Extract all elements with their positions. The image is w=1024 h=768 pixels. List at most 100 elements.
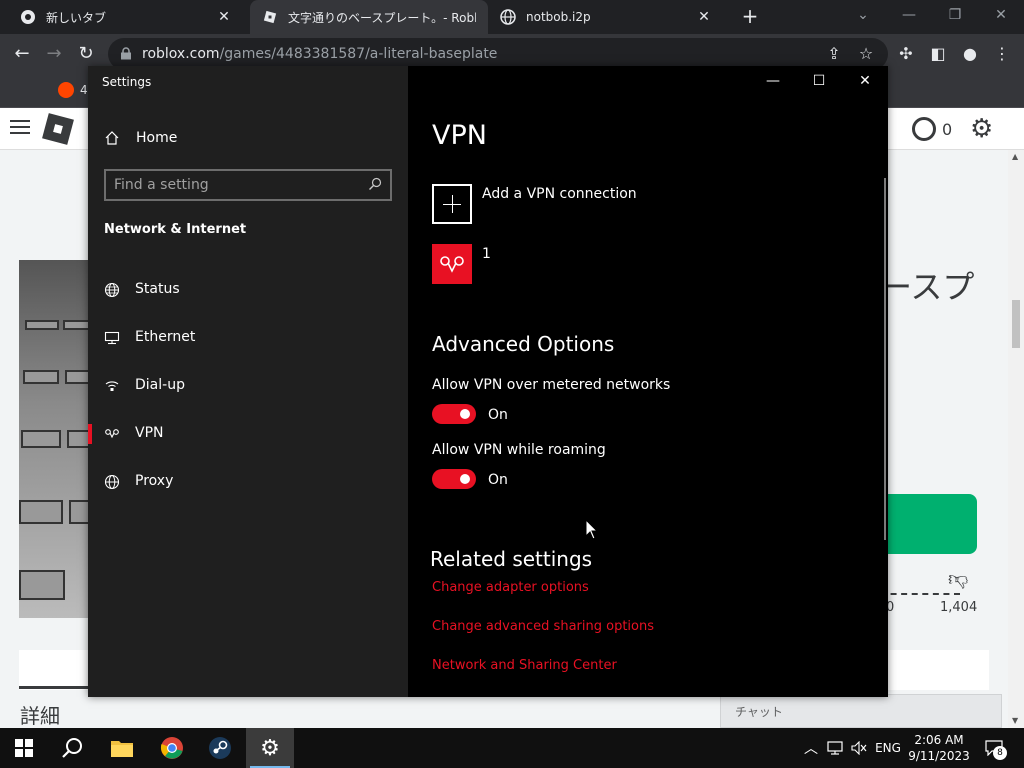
chat-label: チャット [735, 705, 783, 719]
window-title: Settings [102, 75, 152, 89]
language-indicator[interactable]: ENG [872, 728, 904, 768]
roblox-favicon-icon [262, 9, 278, 25]
clock[interactable]: 2:06 AM 9/11/2023 [908, 732, 970, 764]
taskbar: ⚙ ︿ ENG 2:06 AM 9/11/2023 8 [0, 728, 1024, 768]
vpn-connection-item[interactable] [432, 244, 472, 284]
close-tab-icon[interactable]: ✕ [216, 9, 232, 25]
settings-taskbar-button[interactable]: ⚙ [246, 728, 294, 768]
extensions-puzzle-icon[interactable]: ✣ [894, 42, 918, 66]
sidebar-item-label: Status [135, 281, 180, 297]
gear-icon[interactable]: ⚙ [970, 114, 993, 144]
sidebar-item-proxy[interactable]: Proxy [88, 462, 408, 502]
clock-time: 2:06 AM [914, 733, 964, 747]
game-thumbnail[interactable] [19, 260, 99, 618]
change-adapter-options-link[interactable]: Change adapter options [432, 580, 589, 595]
sidebar-item-vpn[interactable]: VPN [88, 414, 408, 454]
sidebar-item-label: Ethernet [135, 329, 196, 345]
browser-close-icon[interactable]: ✕ [978, 0, 1024, 30]
settings-window: Settings Home Network & Internet Status … [88, 66, 888, 697]
browser-minimize-icon[interactable]: — [886, 0, 932, 30]
settings-sidebar: Settings Home Network & Internet Status … [88, 66, 408, 697]
tab-search-chevron-icon[interactable]: ⌄ [840, 0, 886, 30]
scroll-down-arrow-icon[interactable]: ▼ [1012, 716, 1018, 725]
vpn-connection-name[interactable]: 1 [482, 246, 491, 262]
settings-search-box[interactable] [104, 169, 392, 201]
change-sharing-options-link[interactable]: Change advanced sharing options [432, 619, 654, 634]
globe-icon [104, 474, 120, 490]
downvote-count: 1,404 [940, 600, 978, 615]
roaming-toggle[interactable] [432, 469, 476, 489]
robux-icon[interactable] [912, 117, 936, 141]
tab-roblox[interactable]: 文字通りのベースプレート。- Roblox [250, 0, 488, 34]
page-scrollbar[interactable]: ▲ ▼ [1008, 150, 1024, 728]
chrome-menu-icon[interactable]: ⋮ [990, 42, 1014, 66]
folder-icon [111, 741, 133, 757]
start-button[interactable] [0, 728, 48, 768]
add-vpn-label[interactable]: Add a VPN connection [482, 186, 637, 202]
tab-notbob[interactable]: notbob.i2p ✕ [488, 0, 724, 34]
side-panel-icon[interactable]: ◧ [926, 42, 950, 66]
volume-muted-icon[interactable] [848, 728, 870, 768]
roblox-logo-icon[interactable] [42, 113, 74, 145]
share-icon[interactable]: ⇪ [822, 42, 846, 66]
page-title: VPN [432, 120, 487, 151]
ethernet-icon [104, 330, 120, 346]
robux-count: 0 [942, 120, 953, 139]
chrome-taskbar-button[interactable] [148, 728, 196, 768]
url-text: roblox.com/games/4483381587/a-literal-ba… [142, 46, 498, 62]
bookmark-label[interactable]: 4 [80, 83, 88, 97]
minimize-button[interactable]: — [750, 66, 796, 96]
browser-restore-icon[interactable]: ❐ [932, 0, 978, 30]
sidebar-item-status[interactable]: Status [88, 270, 408, 310]
home-icon [104, 130, 120, 146]
dialup-icon [104, 378, 120, 394]
home-nav-item[interactable]: Home [104, 128, 177, 148]
scrollbar-thumb[interactable] [1012, 300, 1020, 348]
thumbs-down-icon[interactable]: 👎︎ [948, 566, 968, 591]
search-button[interactable] [48, 728, 96, 768]
roaming-toggle-label: Allow VPN while roaming [432, 442, 606, 458]
tab-title: 文字通りのベースプレート。- Roblox [288, 10, 476, 25]
hamburger-menu-icon[interactable] [10, 120, 30, 136]
back-arrow-icon[interactable]: ← [10, 42, 34, 66]
new-tab-button[interactable]: + [738, 5, 762, 29]
reddit-icon[interactable] [58, 82, 74, 98]
reload-icon[interactable]: ↻ [74, 42, 98, 66]
close-button[interactable]: ✕ [842, 66, 888, 96]
gear-icon: ⚙ [260, 735, 280, 761]
tab-new-tab[interactable]: 新しいタブ ✕ [8, 0, 244, 34]
notification-badge: 8 [993, 746, 1007, 760]
action-center-button[interactable]: 8 [980, 728, 1008, 768]
globe-icon [104, 282, 120, 298]
related-settings-heading: Related settings [430, 547, 593, 571]
vpn-icon [104, 426, 120, 442]
toggle-knob [460, 409, 470, 419]
search-input[interactable] [114, 176, 354, 194]
section-heading: Network & Internet [104, 222, 247, 237]
profile-avatar-icon[interactable]: ● [958, 42, 982, 66]
scroll-up-arrow-icon[interactable]: ▲ [1012, 152, 1018, 161]
steam-icon [209, 737, 231, 759]
tab-details[interactable]: 詳細 [20, 700, 60, 729]
content-scrollbar[interactable] [884, 178, 886, 540]
sidebar-item-dialup[interactable]: Dial-up [88, 366, 408, 406]
steam-taskbar-button[interactable] [196, 728, 244, 768]
network-icon[interactable] [824, 728, 846, 768]
add-vpn-button[interactable] [432, 184, 472, 224]
metered-toggle-label: Allow VPN over metered networks [432, 377, 671, 393]
close-tab-icon[interactable]: ✕ [696, 9, 712, 25]
search-icon[interactable] [368, 177, 382, 191]
chrome-icon [160, 737, 183, 759]
bookmark-star-icon[interactable]: ☆ [854, 42, 878, 66]
forward-arrow-icon[interactable]: → [42, 42, 66, 66]
toggle-state: On [488, 472, 508, 488]
sidebar-item-ethernet[interactable]: Ethernet [88, 318, 408, 358]
file-explorer-button[interactable] [98, 728, 146, 768]
network-sharing-center-link[interactable]: Network and Sharing Center [432, 658, 617, 673]
maximize-button[interactable]: ☐ [796, 66, 842, 96]
play-button[interactable] [880, 494, 977, 554]
metered-networks-toggle[interactable] [432, 404, 476, 424]
show-hidden-icons-chevron-icon[interactable]: ︿ [800, 728, 822, 768]
toggle-state: On [488, 407, 508, 423]
chat-panel[interactable]: チャット [720, 694, 1002, 728]
